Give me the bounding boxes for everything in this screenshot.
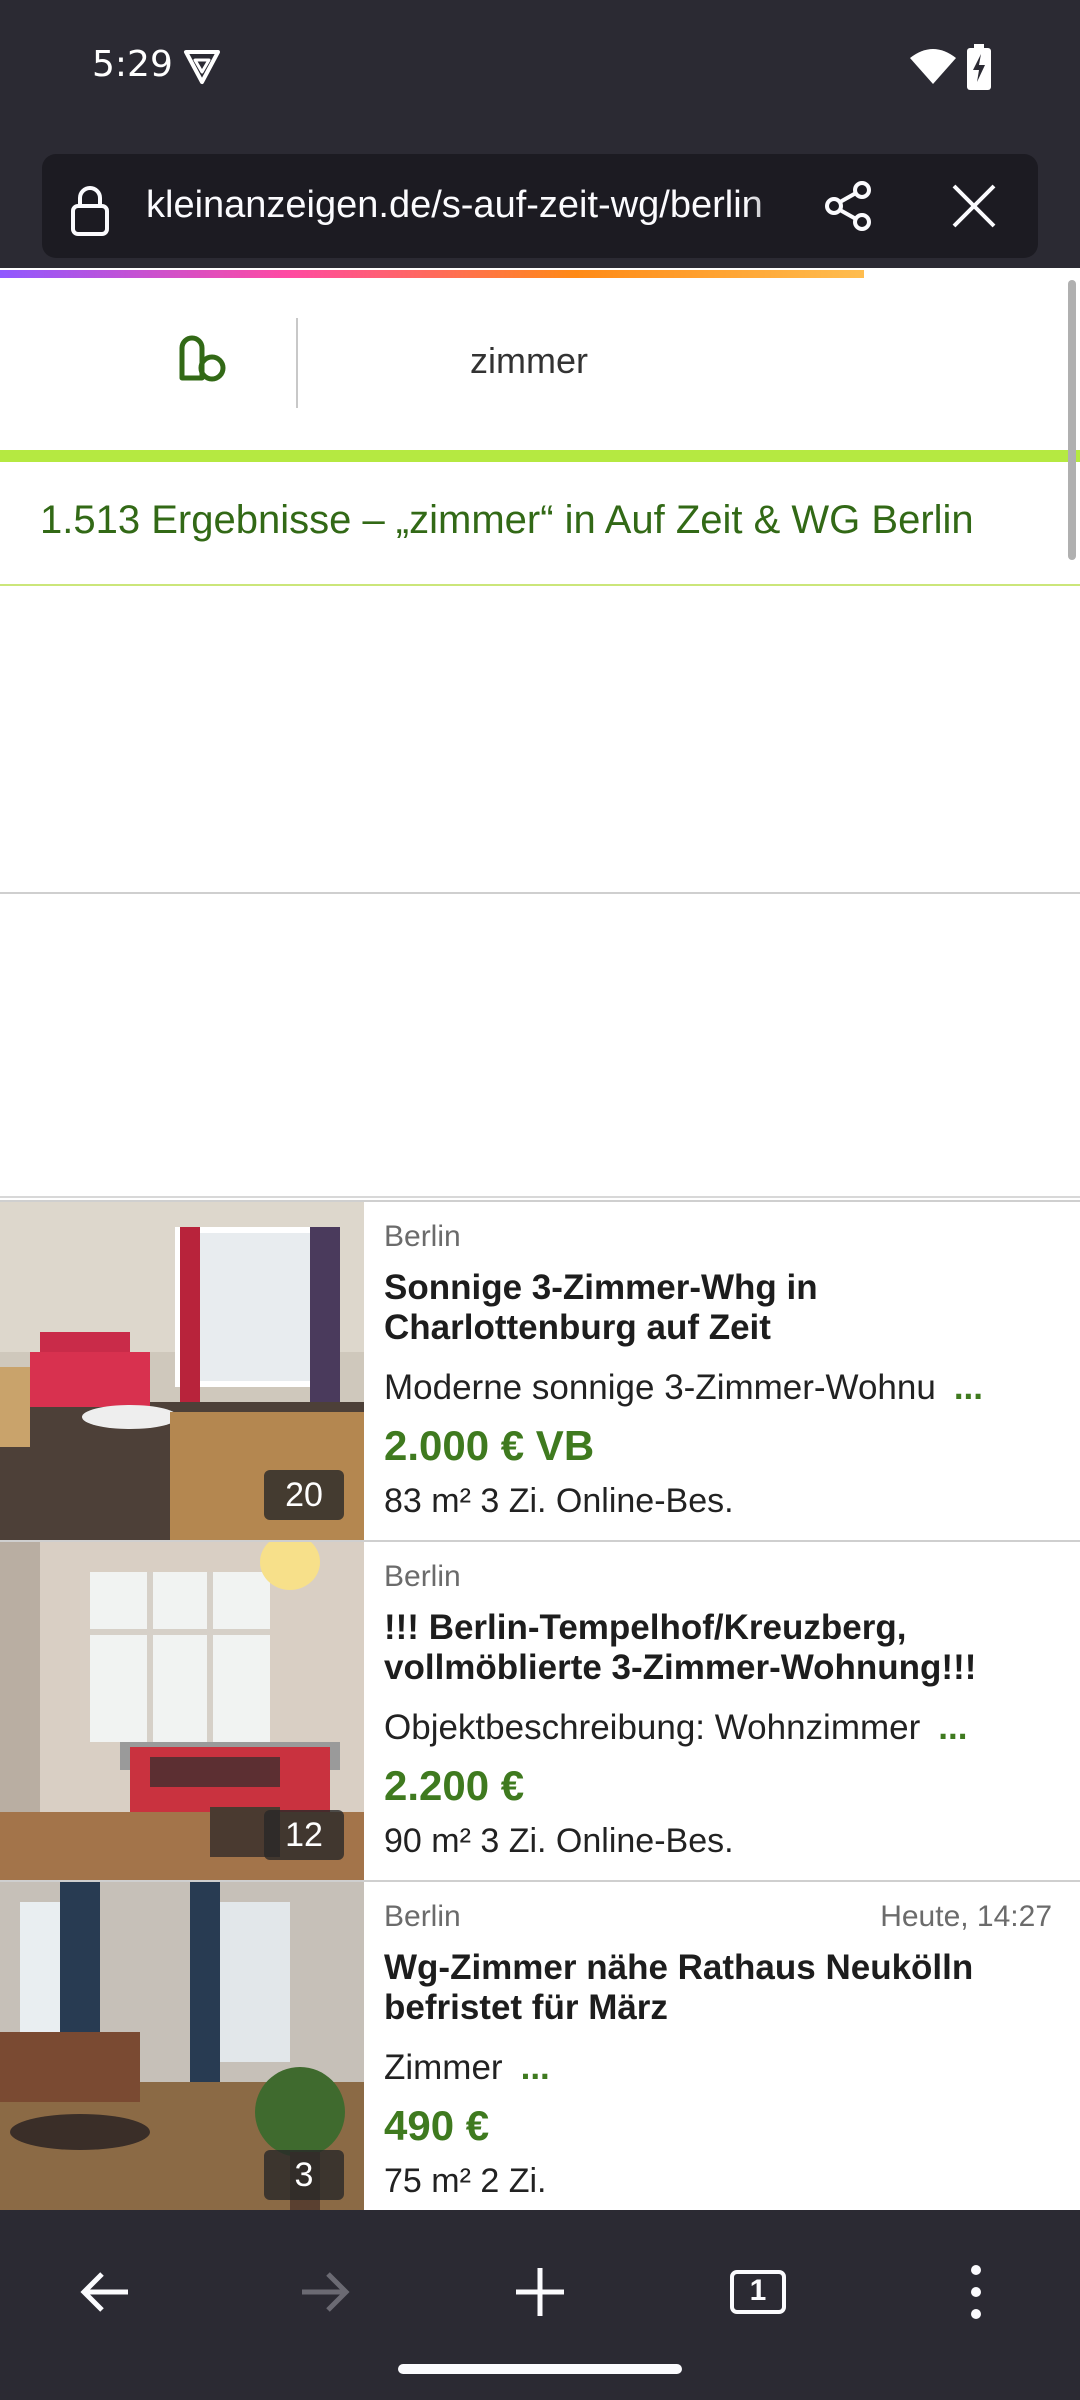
listing-title[interactable]: Sonnige 3-Zimmer-Whg in Charlottenburg a… — [384, 1268, 1054, 1348]
listing-description-text: Zimmer — [384, 2048, 503, 2087]
plus-icon[interactable] — [510, 2262, 570, 2322]
listing-description: Zimmer... — [384, 2048, 550, 2088]
browser-bottom-nav: 1 — [0, 2210, 1080, 2400]
listing-location: Berlin — [384, 1900, 461, 1933]
gesture-handle[interactable] — [398, 2364, 682, 2374]
listing-title[interactable]: !!! Berlin-Tempelhof/Kreuzberg, vollmöbl… — [384, 1608, 1054, 1688]
url-text[interactable]: kleinanzeigen.de/s-auf-zeit-wg/berlin — [146, 184, 826, 232]
header-divider — [296, 318, 298, 408]
listing-meta: 90 m² 3 Zi. Online-Bes. — [384, 1822, 734, 1860]
listing-thumbnail[interactable]: 12 — [0, 1542, 364, 1880]
listing-location: Berlin — [384, 1560, 461, 1593]
image-count-badge: 12 — [264, 1810, 344, 1860]
listing-item[interactable]: 20 Berlin Sonnige 3-Zimmer-Whg in Charlo… — [0, 1200, 1080, 1540]
menu-icon[interactable] — [946, 2262, 1006, 2322]
battery-charging-icon — [967, 44, 991, 90]
results-divider — [0, 584, 1080, 586]
tabs-icon[interactable]: 1 — [728, 2262, 788, 2322]
browser-toolbar: kleinanzeigen.de/s-auf-zeit-wg/berlin — [0, 140, 1080, 268]
more-dots[interactable]: ... — [521, 2048, 550, 2087]
listing-meta: 75 m² 2 Zi. — [384, 2162, 547, 2200]
page-load-progress — [0, 270, 864, 278]
header-accent-bar — [0, 450, 1080, 462]
forward-arrow-icon[interactable] — [294, 2262, 354, 2322]
listing-thumbnail[interactable]: 20 — [0, 1202, 364, 1540]
more-dots[interactable]: ... — [938, 1708, 967, 1747]
listing-description: Moderne sonnige 3-Zimmer-Wohnu... — [384, 1368, 983, 1408]
listing-description-text: Objektbeschreibung: Wohnzimmer — [384, 1708, 921, 1747]
ad-placeholder-divider — [0, 892, 1080, 894]
listing-description-text: Moderne sonnige 3-Zimmer-Wohnu — [384, 1368, 936, 1407]
more-dots[interactable]: ... — [954, 1368, 983, 1407]
back-arrow-icon[interactable] — [76, 2262, 136, 2322]
listing-price: 2.000 € VB — [384, 1422, 595, 1469]
tab-count: 1 — [749, 2274, 767, 2307]
address-bar[interactable]: kleinanzeigen.de/s-auf-zeit-wg/berlin — [42, 154, 1038, 258]
search-input[interactable]: zimmer — [470, 340, 588, 382]
listing-price: 2.200 € — [384, 1762, 525, 1809]
ad-placeholder-divider — [0, 1196, 1080, 1198]
listing-item[interactable]: 3 Berlin Heute, 14:27 Wg-Zimmer nähe Rat… — [0, 1880, 1080, 2220]
listing-title[interactable]: Wg-Zimmer nähe Rathaus Neukölln befriste… — [384, 1948, 1054, 2028]
lock-icon[interactable] — [70, 184, 110, 236]
listing-item[interactable]: 12 Berlin !!! Berlin-Tempelhof/Kreuzberg… — [0, 1540, 1080, 1880]
listing-meta: 83 m² 3 Zi. Online-Bes. — [384, 1482, 734, 1520]
listing-price: 490 € — [384, 2102, 490, 2149]
wifi-icon — [910, 49, 956, 84]
status-bar: 5:29 — [0, 0, 1080, 140]
image-count-badge: 3 — [264, 2150, 344, 2200]
listing-thumbnail[interactable]: 3 — [0, 1882, 364, 2220]
listing-location: Berlin — [384, 1220, 461, 1253]
image-count-badge: 20 — [264, 1470, 344, 1520]
close-icon[interactable] — [950, 182, 998, 230]
listing-description: Objektbeschreibung: Wohnzimmer... — [384, 1708, 967, 1748]
scrollbar[interactable] — [1068, 280, 1076, 560]
status-time: 5:29 — [92, 44, 173, 85]
site-header: zimmer — [0, 278, 1070, 450]
vpn-shield-icon — [184, 50, 220, 84]
listing-date: Heute, 14:27 — [880, 1900, 1052, 1933]
results-heading: 1.513 Ergebnisse – „zimmer“ in Auf Zeit … — [40, 498, 974, 542]
kleinanzeigen-logo-icon[interactable] — [176, 334, 228, 386]
share-icon[interactable] — [822, 180, 874, 232]
